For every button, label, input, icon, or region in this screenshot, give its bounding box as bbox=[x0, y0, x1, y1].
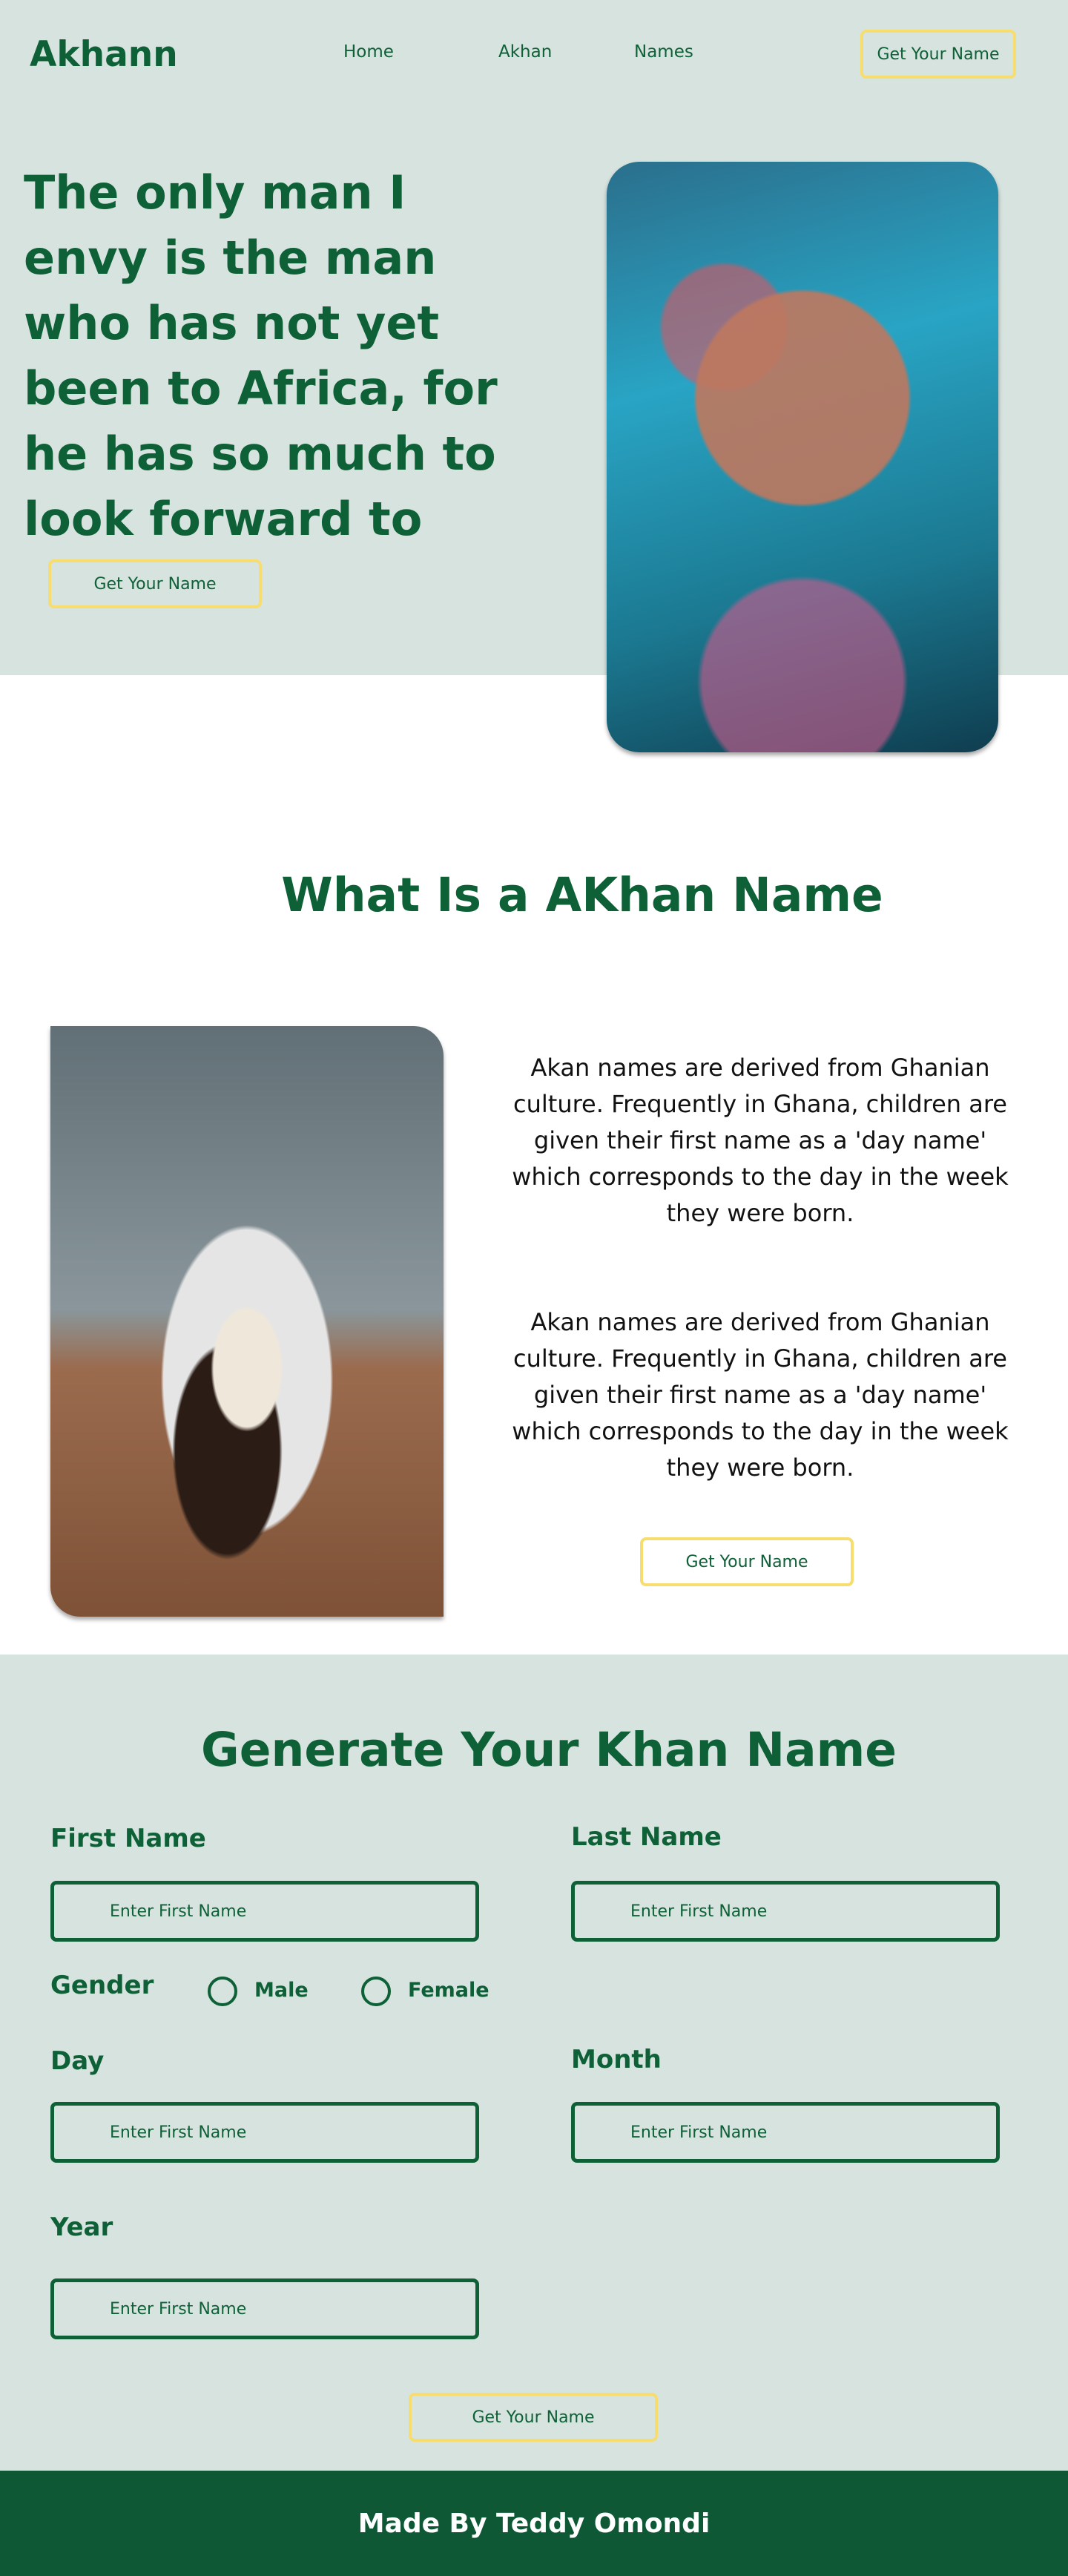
hero-get-name-button[interactable]: Get Your Name bbox=[48, 559, 262, 608]
about-paragraph-2: Akan names are derived from Ghanian cult… bbox=[512, 1308, 1009, 1482]
day-input[interactable] bbox=[50, 2102, 479, 2163]
hero-child-photo bbox=[607, 162, 998, 752]
last-name-input[interactable] bbox=[571, 1881, 1000, 1942]
gender-label: Gender bbox=[50, 1971, 154, 2000]
nav-link-names[interactable]: Names bbox=[634, 42, 693, 62]
generate-name-button[interactable]: Get Your Name bbox=[409, 2393, 658, 2442]
about-paragraph-1: Akan names are derived from Ghanian cult… bbox=[512, 1054, 1009, 1227]
first-name-label: First Name bbox=[50, 1824, 206, 1853]
generator-title: Generate Your Khan Name bbox=[201, 1723, 897, 1777]
male-radio[interactable] bbox=[208, 1977, 237, 2006]
about-title: What Is a AKhan Name bbox=[281, 868, 883, 922]
male-radio-label: Male bbox=[254, 1979, 309, 2002]
footer-credit: Made By Teddy Omondi bbox=[357, 2508, 711, 2539]
month-input[interactable] bbox=[571, 2102, 1000, 2163]
last-name-label: Last Name bbox=[571, 1822, 722, 1852]
nav-link-home[interactable]: Home bbox=[343, 42, 394, 62]
year-label: Year bbox=[50, 2212, 113, 2242]
footer: Made By Teddy Omondi bbox=[0, 2471, 1068, 2576]
about-get-name-button[interactable]: Get Your Name bbox=[640, 1537, 854, 1586]
hero-headline: The only man I envy is the man who has n… bbox=[24, 165, 498, 546]
female-radio-label: Female bbox=[408, 1979, 490, 2002]
name-generator-section: Generate Your Khan Name First Name Last … bbox=[0, 1655, 1068, 2471]
first-name-input[interactable] bbox=[50, 1881, 479, 1942]
nav-get-name-button[interactable]: Get Your Name bbox=[860, 30, 1016, 79]
nav-link-akhan[interactable]: Akhan bbox=[498, 42, 552, 62]
day-label: Day bbox=[50, 2046, 105, 2076]
year-input[interactable] bbox=[50, 2278, 479, 2339]
drummer-photo bbox=[50, 1026, 444, 1617]
month-label: Month bbox=[571, 2045, 662, 2074]
logo[interactable]: Akhann bbox=[30, 34, 178, 75]
female-radio[interactable] bbox=[361, 1977, 391, 2006]
